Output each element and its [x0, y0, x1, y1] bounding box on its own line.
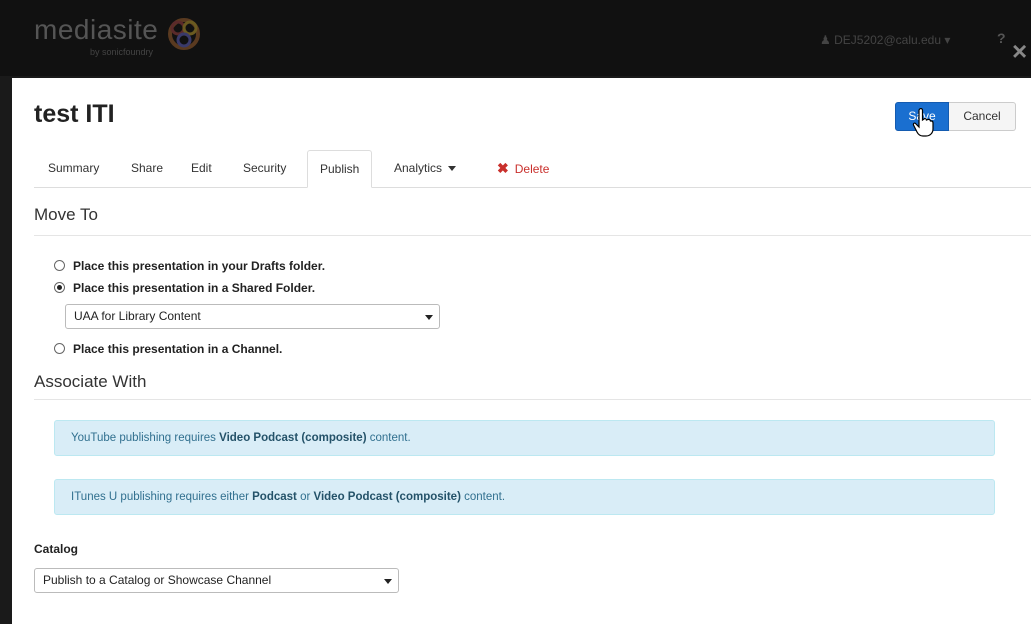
dropdown-caret-icon [384, 579, 392, 584]
tab-delete[interactable]: ✖ Delete [497, 150, 549, 187]
tab-bar: Summary Share Edit Security Publish Anal… [34, 150, 1031, 188]
select-value: Publish to a Catalog or Showcase Channel [43, 573, 272, 587]
caret-down-icon [448, 166, 457, 172]
hand-cursor-icon [912, 108, 934, 137]
radio-button[interactable] [54, 260, 65, 272]
associate-with-heading: Associate With [34, 372, 147, 391]
tab-security[interactable]: Security [243, 150, 286, 187]
close-icon[interactable]: × [1012, 38, 1027, 64]
radio-button-checked[interactable] [54, 282, 65, 294]
alert-text: ITunes U publishing requires either [71, 491, 253, 503]
alert-bold-text: Video Podcast (composite) [219, 432, 367, 444]
user-icon: ♟ [820, 33, 831, 47]
radio-drafts-folder[interactable]: Place this presentation in your Drafts f… [54, 258, 325, 274]
page-title: test ITI [34, 100, 115, 128]
mediasite-logo-icon [168, 18, 200, 50]
tab-delete-label: Delete [514, 162, 550, 176]
help-icon[interactable]: ? [997, 30, 1006, 46]
radio-button[interactable] [54, 343, 65, 355]
user-email: DEJ5202@calu.edu [834, 33, 942, 47]
move-to-heading: Move To [34, 205, 98, 224]
chevron-down-icon: ▾ [944, 33, 951, 47]
tab-summary[interactable]: Summary [48, 150, 99, 187]
select-value: UAA for Library Content [74, 309, 201, 323]
divider [34, 399, 1031, 400]
delete-x-icon: ✖ [497, 160, 509, 176]
tab-analytics[interactable]: Analytics [394, 150, 457, 187]
radio-label: Place this presentation in a Channel. [73, 342, 283, 356]
backdrop [0, 76, 12, 624]
tab-edit[interactable]: Edit [191, 150, 212, 187]
alert-text: YouTube publishing requires [71, 432, 220, 444]
shared-folder-select[interactable]: UAA for Library Content [65, 304, 440, 329]
itunes-info-alert: ITunes U publishing requires either Podc… [54, 479, 995, 515]
dropdown-caret-icon [425, 315, 433, 320]
catalog-label: Catalog [34, 542, 79, 556]
alert-text: content. [366, 432, 411, 444]
app-logo: mediasite [34, 14, 159, 45]
cancel-button[interactable]: Cancel [949, 102, 1016, 131]
app-logo-subtitle: by sonicfoundry [90, 47, 154, 57]
publish-modal: test ITI Save Cancel Summary Share Edit … [12, 78, 1031, 624]
youtube-info-alert: YouTube publishing requires Video Podcas… [54, 420, 995, 456]
alert-bold-text: Video Podcast (composite) [313, 491, 461, 503]
catalog-select[interactable]: Publish to a Catalog or Showcase Channel [34, 568, 399, 593]
divider [34, 235, 1031, 236]
radio-channel[interactable]: Place this presentation in a Channel. [54, 341, 282, 357]
alert-text: or [296, 491, 314, 503]
tab-publish[interactable]: Publish [307, 150, 373, 188]
user-menu[interactable]: ♟ DEJ5202@calu.edu ▾ [820, 33, 950, 47]
alert-bold-text: Podcast [252, 491, 297, 503]
tab-share[interactable]: Share [131, 150, 163, 187]
radio-label: Place this presentation in a Shared Fold… [73, 281, 316, 295]
alert-text: content. [460, 491, 506, 503]
tab-analytics-label: Analytics [394, 161, 443, 175]
app-header: mediasite by sonicfoundry ♟ DEJ5202@calu… [0, 0, 1031, 76]
radio-label: Place this presentation in your Drafts f… [73, 259, 326, 273]
radio-shared-folder[interactable]: Place this presentation in a Shared Fold… [54, 280, 315, 296]
